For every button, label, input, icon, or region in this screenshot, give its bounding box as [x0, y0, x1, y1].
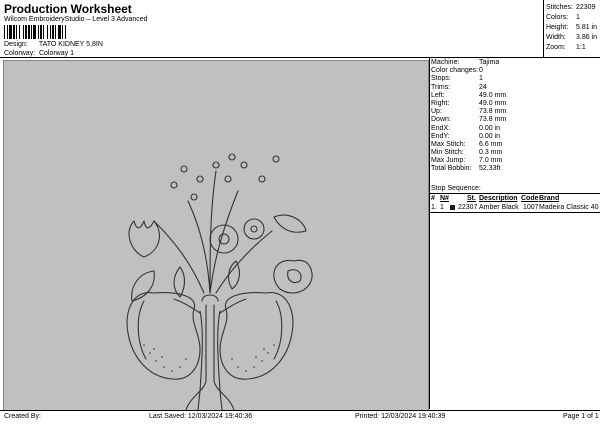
stat-label: Height: [546, 24, 569, 31]
spec-value: 24 [479, 83, 487, 91]
top-stats: Stitches: 22309 Colors: 1 Height: 5.81 in W… [546, 3, 597, 53]
row-description: Amber Black [479, 204, 519, 211]
spec-label: Max Jump: [431, 157, 466, 165]
divider [0, 57, 600, 58]
divider [543, 0, 544, 57]
spec-value: 6.6 mm [479, 140, 503, 148]
spec-value: 49.0 mm [479, 91, 507, 99]
design-label: Design: [4, 41, 28, 48]
stat-label: Stitches: [546, 4, 573, 11]
stat-value: 5.81 in [576, 24, 598, 31]
spec-label: Left: [431, 91, 445, 99]
colorway-name: Colorway 1 [38, 50, 74, 57]
divider [429, 212, 600, 213]
spec-label: EndX: [431, 124, 451, 132]
barcode-icon [4, 25, 66, 39]
spec-value: 49.0 mm [479, 99, 507, 107]
spec-label: Stops: [431, 75, 451, 83]
row-n: 1 [440, 204, 444, 211]
printed-date: Printed: 12/03/2024 19:40:39 [355, 413, 446, 420]
col-description: Description [479, 195, 518, 202]
col-num: # [431, 195, 435, 202]
machine-specs: Machine: Tajima Color changes:0 Stops: 1 T… [431, 59, 506, 174]
spec-label: Min Stitch: [431, 149, 464, 157]
spec-value: Tajima [479, 59, 500, 66]
spec-label: Total Bobbin: [431, 165, 472, 173]
row-stitches: 22307 [458, 204, 478, 211]
col-brand: Brand [539, 195, 560, 202]
divider [0, 410, 600, 411]
last-saved: Last Saved: 12/03/2024 19:40:36 [149, 413, 253, 420]
spec-label: Down: [431, 116, 451, 124]
spec-label: Color changes: [431, 67, 479, 75]
spec-label: EndY: [431, 132, 450, 140]
page-number: Page 1 of 1 [563, 413, 599, 420]
stat-label: Zoom: [546, 44, 566, 51]
row-num: 1. [431, 204, 437, 211]
spec-label: Trims: [431, 83, 451, 91]
spec-value: 0.00 in [479, 132, 501, 140]
divider [429, 57, 430, 409]
spec-label: Up: [431, 108, 442, 116]
col-stitches: St. [467, 195, 476, 202]
divider [429, 193, 600, 194]
spec-value: 0 [479, 67, 483, 75]
stat-label: Width: [546, 34, 566, 41]
spec-value: 0.3 mm [479, 149, 503, 157]
stat-value: 3.86 in [576, 34, 598, 41]
design-row: Design: TATO KIDNEY 5,8IN [4, 41, 103, 48]
created-by: Created By: [4, 413, 41, 420]
spec-value: 7.0 mm [479, 157, 503, 165]
row-code: 1007 [523, 204, 539, 211]
row-brand: Madeira Classic 40 [539, 204, 599, 211]
embroidery-design-image [126, 153, 313, 410]
stop-sequence-title: Stop Sequence: [431, 185, 481, 192]
spec-label: Max Stitch: [431, 140, 466, 148]
stat-value: 22309 [576, 4, 596, 11]
col-code: Code [521, 195, 539, 202]
col-n: N# [440, 195, 449, 202]
design-preview [3, 60, 429, 411]
spec-value: 1 [479, 75, 483, 83]
stat-label: Colors: [546, 14, 569, 21]
color-swatch [450, 205, 455, 210]
colorway-label: Colorway: [4, 50, 36, 57]
spec-value: 0.00 in [479, 124, 501, 132]
stat-value: 1 [576, 14, 580, 21]
spec-label: Right: [431, 99, 450, 107]
spec-value: 73.8 mm [479, 108, 507, 116]
spec-value: 52.33ft [479, 165, 501, 173]
design-name: TATO KIDNEY 5,8IN [38, 41, 103, 48]
colorway-row: Colorway: Colorway 1 [4, 50, 74, 57]
spec-label: Machine: [431, 59, 460, 66]
stat-value: 1:1 [576, 44, 586, 51]
page-title: Production Worksheet [4, 2, 132, 16]
software-name: Wilcom EmbroideryStudio – Level 3 Advanc… [4, 16, 148, 23]
spec-value: 73.8 mm [479, 116, 507, 124]
